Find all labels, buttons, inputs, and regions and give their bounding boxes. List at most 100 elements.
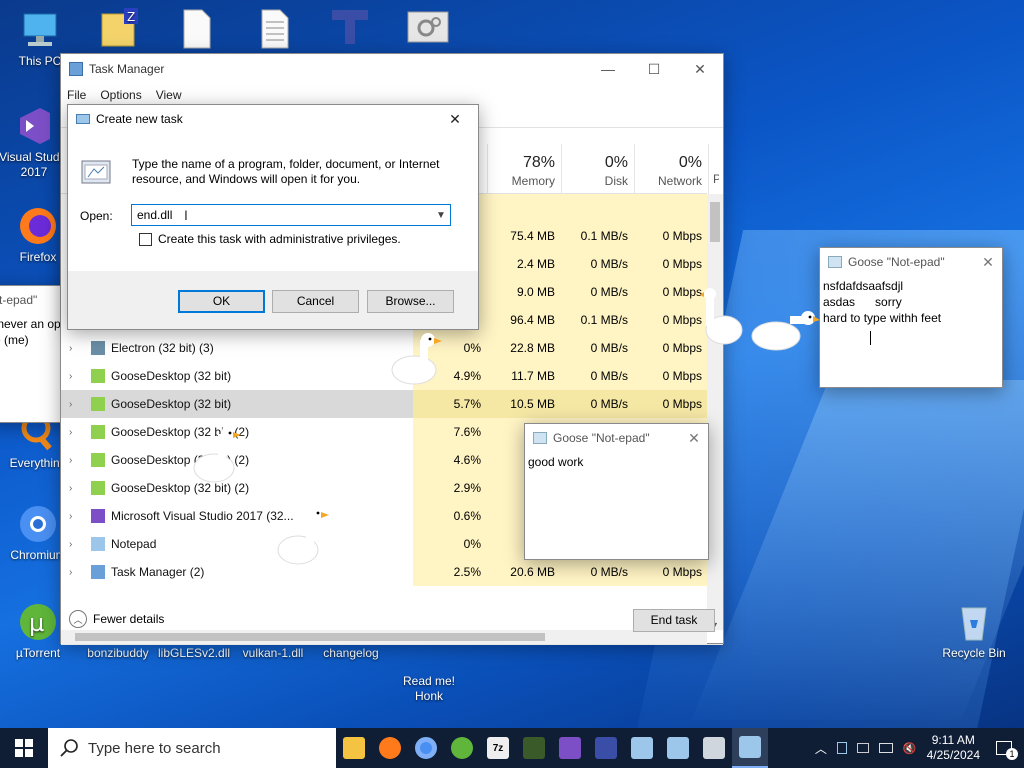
volume-muted-icon[interactable]: 🔇 [903, 742, 917, 755]
taskbar-goose[interactable] [516, 728, 552, 768]
taskbar-chromium[interactable] [408, 728, 444, 768]
menu-bar: File Options View [61, 84, 723, 106]
minimize-button[interactable]: — [585, 54, 631, 84]
chevron-right-icon[interactable]: › [69, 539, 72, 550]
note-text[interactable]: nsfdafdsaafsdjl asdas sorry hard to type… [820, 276, 1002, 328]
goose-sprite [391, 333, 442, 385]
desktop-icon-tetris[interactable] [314, 6, 386, 52]
goose-notepad-window-right[interactable]: Goose "Not-epad" ✕ nsfdafdsaafsdjl asdas… [819, 247, 1003, 388]
menu-file[interactable]: File [67, 88, 86, 102]
chevron-up-icon[interactable]: ︿ [815, 740, 827, 757]
column-memory[interactable]: 78% Memory [487, 144, 561, 194]
process-icon [91, 369, 105, 383]
cell-memory: 2.4 MB [487, 250, 561, 278]
taskbar-utorrent[interactable] [444, 728, 480, 768]
chevron-right-icon[interactable]: › [69, 455, 72, 466]
maximize-button[interactable]: ☐ [631, 54, 677, 84]
clock[interactable]: 9:11 AM 4/25/2024 [927, 733, 980, 763]
column-power[interactable]: P [708, 144, 719, 194]
close-button[interactable]: ✕ [677, 54, 723, 84]
chevron-right-icon[interactable]: › [69, 427, 72, 438]
close-icon[interactable]: ✕ [974, 254, 1002, 271]
desktop-icon-blank-file[interactable] [160, 6, 232, 52]
vertical-scrollbar[interactable]: ▼ [707, 194, 723, 630]
browse-button[interactable]: Browse... [367, 290, 454, 313]
note-text[interactable]: good work [525, 452, 708, 472]
menu-view[interactable]: View [156, 88, 182, 102]
cancel-button[interactable]: Cancel [272, 290, 359, 313]
window-title: Task Manager [89, 62, 165, 76]
cell-cpu: 0.6% [413, 502, 487, 530]
open-combobox[interactable]: end.dll I ▼ [131, 204, 451, 226]
table-row[interactable]: › Task Manager (2) 2.5% 20.6 MB 0 MB/s 0 Mbps [61, 558, 708, 586]
cell-disk: 0.1 MB/s [561, 306, 634, 334]
chevron-right-icon[interactable]: › [69, 483, 72, 494]
admin-checkbox-row[interactable]: Create this task with administrative pri… [139, 232, 401, 246]
open-input[interactable]: end.dll [137, 208, 432, 222]
table-row[interactable]: › GooseDesktop (32 bit) 4.9% 11.7 MB 0 MB/s 0… [61, 362, 708, 390]
process-icon [91, 481, 105, 495]
taskbar-notepad-2[interactable] [660, 728, 696, 768]
process-icon [91, 397, 105, 411]
cell-memory: 22.8 MB [487, 334, 561, 362]
column-network[interactable]: 0% Network [634, 144, 708, 194]
process-name: GooseDesktop (32 bit) [111, 369, 232, 383]
menu-options[interactable]: Options [100, 88, 141, 102]
chevron-right-icon[interactable]: › [69, 567, 72, 578]
taskbar-settings[interactable] [696, 728, 732, 768]
title-bar[interactable]: Task Manager — ☐ ✕ [61, 54, 723, 84]
close-icon[interactable]: ✕ [680, 430, 708, 447]
start-button[interactable] [0, 728, 48, 768]
7zip-icon: 7z [487, 737, 509, 759]
gear-icon [406, 6, 450, 50]
chevron-right-icon[interactable]: › [69, 511, 72, 522]
taskbar-tetris[interactable] [588, 728, 624, 768]
tablet-icon[interactable] [836, 742, 847, 754]
open-label: Open: [80, 209, 113, 223]
notepad-icon [667, 737, 689, 759]
taskbar-7zip[interactable]: 7z [480, 728, 516, 768]
network-icon[interactable] [878, 743, 893, 753]
taskbar-notepad-1[interactable] [624, 728, 660, 768]
window-title: Goose "Not-epad" [848, 255, 945, 269]
taskbar-file-explorer[interactable] [336, 728, 372, 768]
process-name: Electron (32 bit) (3) [111, 341, 214, 355]
chevron-down-icon[interactable]: ▼ [432, 210, 450, 221]
table-row[interactable]: › GooseDesktop (32 bit) 5.7% 10.5 MB 0 MB/s 0… [61, 390, 708, 418]
process-icon [91, 537, 105, 551]
horizontal-scrollbar[interactable] [61, 630, 707, 644]
process-icon [91, 425, 105, 439]
taskbar-firefox[interactable] [372, 728, 408, 768]
taskbar-run[interactable] [732, 728, 768, 768]
close-button[interactable]: ✕ [432, 104, 478, 134]
chromium-icon [415, 737, 437, 759]
fewer-details-link[interactable]: ︿ Fewer details [69, 610, 164, 628]
taskbar-search-box[interactable]: Type here to search [48, 728, 336, 768]
dialog-title-bar[interactable]: Create new task ✕ [68, 105, 478, 133]
chevron-up-icon: ︿ [69, 610, 87, 628]
action-center-button[interactable]: 1 [990, 736, 1018, 760]
chevron-right-icon[interactable]: › [69, 343, 72, 354]
process-icon [91, 565, 105, 579]
create-new-task-dialog[interactable]: Create new task ✕ Type the name of a pro… [67, 104, 479, 330]
cell-disk: 0 MB/s [561, 250, 634, 278]
cell-memory: 9.0 MB [487, 278, 561, 306]
visual-studio-icon [12, 104, 56, 148]
folder-icon[interactable] [856, 743, 869, 753]
desktop-icon-settings-shortcut[interactable] [392, 6, 464, 52]
taskbar-visual-studio[interactable] [552, 728, 588, 768]
admin-checkbox[interactable] [139, 232, 152, 246]
column-disk[interactable]: 0% Disk [561, 144, 634, 194]
desktop-icon-recycle-bin[interactable]: Recycle Bin [938, 600, 1010, 661]
chevron-right-icon[interactable]: › [69, 399, 72, 410]
cell-disk: 0.1 MB/s [561, 222, 634, 250]
desktop-icon-text-file[interactable] [238, 6, 310, 52]
svg-text:Z: Z [127, 10, 135, 24]
end-task-button[interactable]: End task [633, 609, 715, 632]
visual-studio-icon [559, 737, 581, 759]
ok-button[interactable]: OK [178, 290, 265, 313]
desktop-icon-archive[interactable]: Z [82, 6, 154, 52]
chevron-right-icon[interactable]: › [69, 371, 72, 382]
goose-notepad-window-middle[interactable]: Goose "Not-epad" ✕ good work [524, 423, 709, 560]
table-row[interactable]: › Electron (32 bit) (3) 0% 22.8 MB 0 MB/s 0 M… [61, 334, 708, 362]
